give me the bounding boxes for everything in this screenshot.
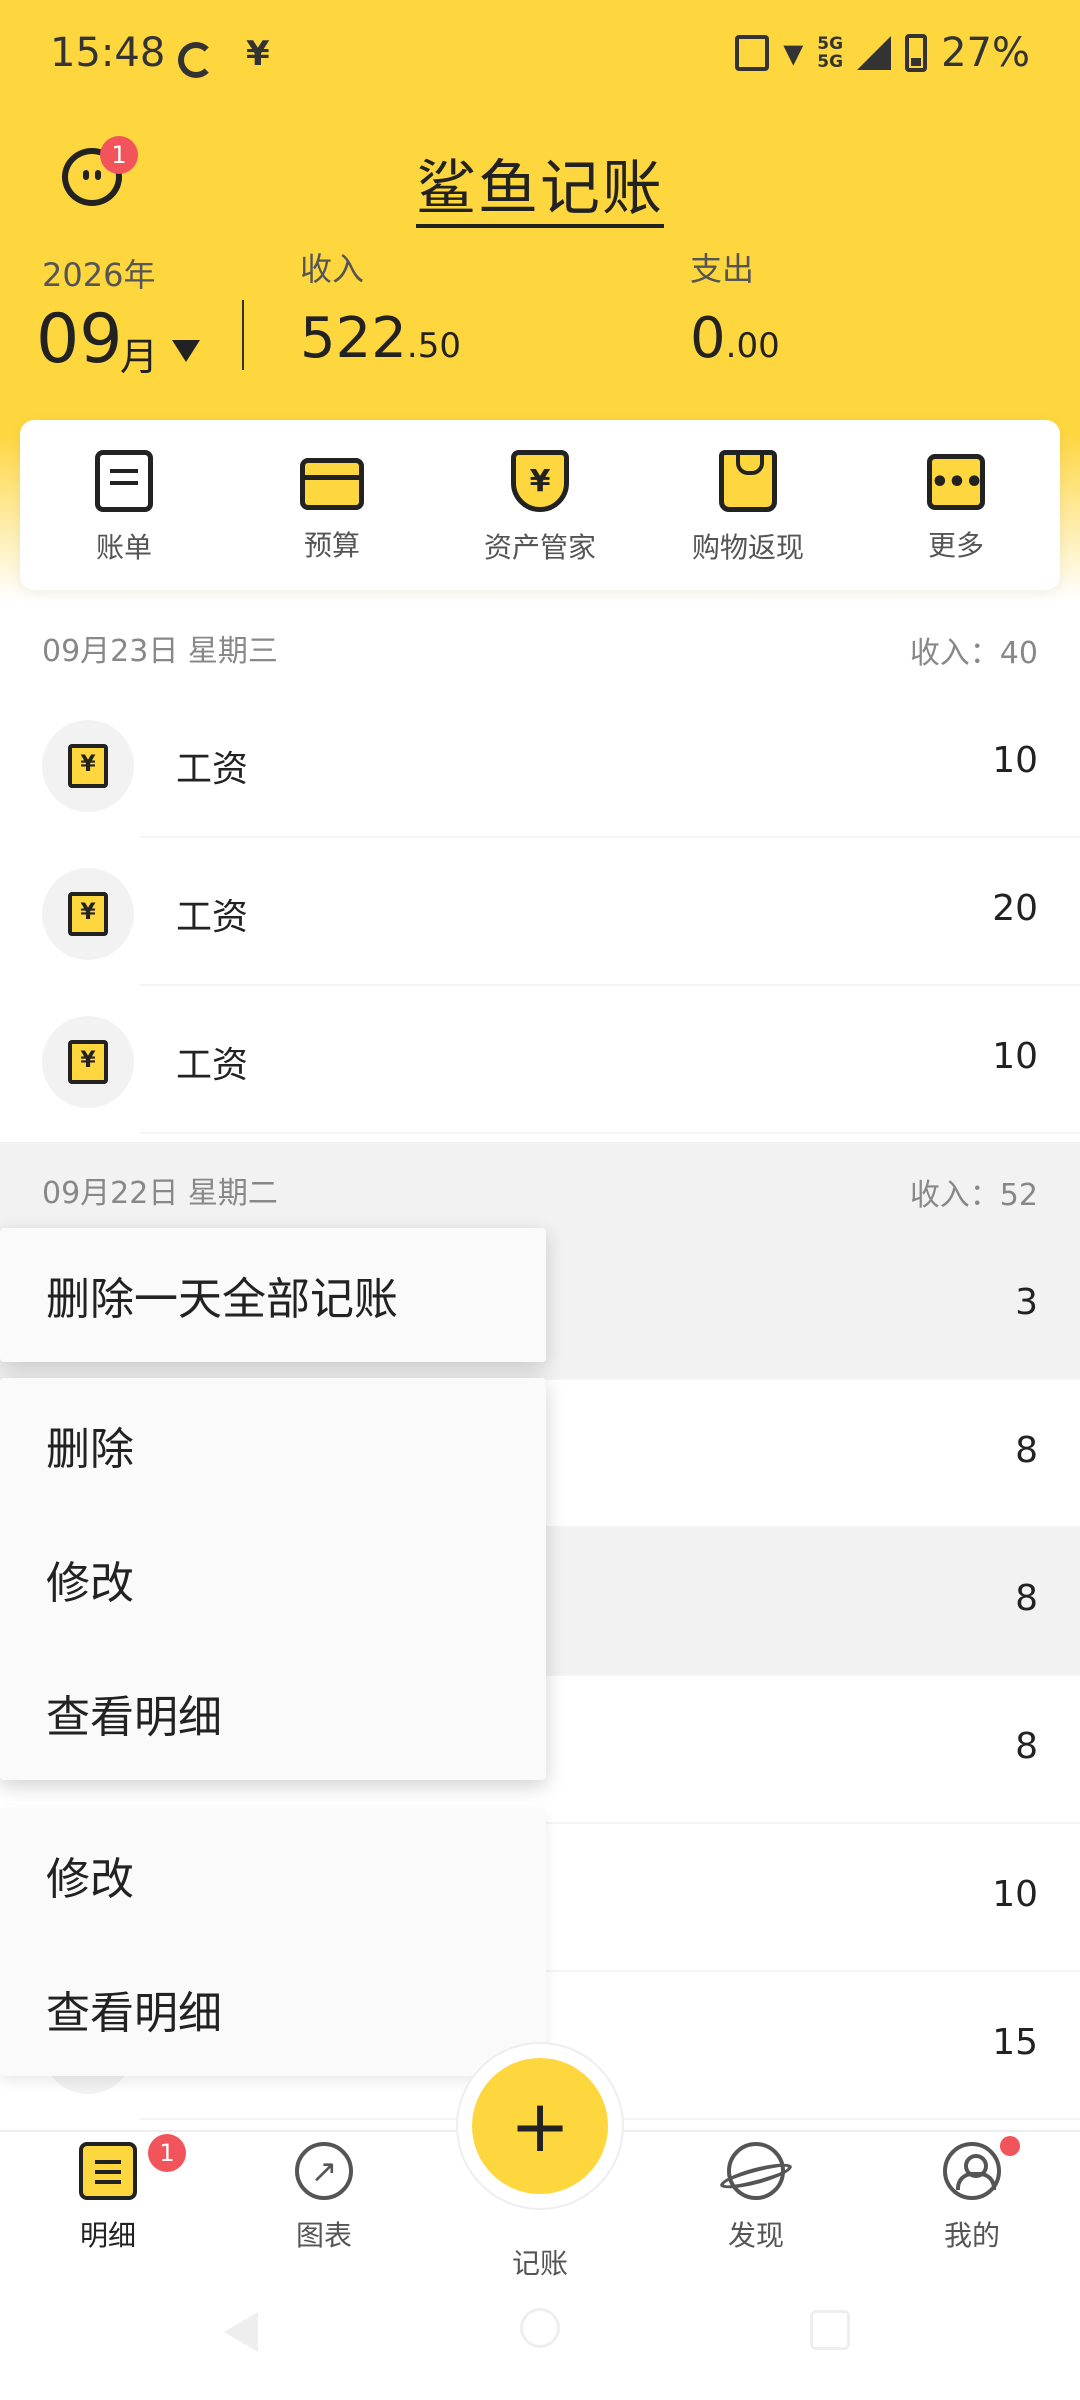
expense-label: 支出 <box>690 250 755 288</box>
income-total: 522.50 <box>300 306 461 371</box>
record-row[interactable]: ¥ 工资 10 <box>0 690 1080 838</box>
day-income: 收入：52 <box>909 1178 1038 1213</box>
salary-icon: ¥ <box>42 868 134 960</box>
quick-item-budget[interactable]: 预算 <box>228 420 436 590</box>
menu-item-edit[interactable]: 修改 <box>0 1808 546 1942</box>
record-category: 工资 <box>176 1045 249 1086</box>
sync-icon <box>178 42 214 78</box>
record-amount: 3 <box>1015 1282 1038 1323</box>
context-menu-day: 删除一天全部记账 <box>0 1228 546 1362</box>
battery-percent: 27% <box>941 30 1030 76</box>
recent-apps-icon[interactable] <box>810 2310 850 2350</box>
day-date: 09月22日 星期二 <box>42 1176 278 1211</box>
header-divider <box>242 300 244 370</box>
quick-item-label: 更多 <box>927 529 984 562</box>
nav-chart[interactable]: 图表 <box>244 2142 404 2254</box>
record-amount: 20 <box>992 888 1038 929</box>
nav-discover[interactable]: 发现 <box>676 2142 836 2254</box>
record-row[interactable]: ¥ 工资 10 <box>0 986 1080 1134</box>
nav-label: 图表 <box>295 2219 352 2252</box>
day-header: 09月23日 星期三 收入：40 <box>0 600 1080 690</box>
quick-item-more[interactable]: ••• 更多 <box>852 420 1060 590</box>
nav-detail[interactable]: 1 明细 <box>28 2134 188 2254</box>
battery-icon <box>905 34 928 72</box>
quick-item-bill[interactable]: 账单 <box>20 420 228 590</box>
menu-item-view-detail[interactable]: 查看明细 <box>0 1942 546 2076</box>
menu-item-view-detail[interactable]: 查看明细 <box>0 1646 546 1780</box>
menu-item-delete-day[interactable]: 删除一天全部记账 <box>0 1228 546 1362</box>
salary-icon: ¥ <box>42 1016 134 1108</box>
day-income: 收入：40 <box>909 636 1038 671</box>
menu-item-delete[interactable]: 删除 <box>0 1378 546 1512</box>
notification-dot <box>1000 2136 1020 2156</box>
nav-badge: 1 <box>148 2134 186 2172</box>
yen-notification-icon: ¥ <box>246 34 270 74</box>
record-amount: 10 <box>992 740 1038 781</box>
nav-label: 明细 <box>79 2219 136 2252</box>
wallet-icon <box>300 458 364 510</box>
home-icon[interactable] <box>520 2308 560 2348</box>
app-title: 鲨鱼记账 <box>0 140 1080 228</box>
nav-add-record[interactable]: 记账 <box>460 2228 620 2282</box>
nav-label: 记账 <box>511 2247 568 2280</box>
network-type-icon: 5G 5G <box>817 34 844 72</box>
wifi-icon: ▾ <box>783 30 804 76</box>
record-category: 工资 <box>176 897 249 938</box>
bill-icon <box>95 450 153 512</box>
quick-item-label: 预算 <box>303 529 360 562</box>
quick-item-asset-manager[interactable]: ¥ 资产管家 <box>436 420 644 590</box>
context-menu-underlay: 修改 查看明细 <box>0 1808 546 2076</box>
shopping-bag-icon <box>719 450 777 512</box>
menu-item-edit[interactable]: 修改 <box>0 1512 546 1646</box>
system-nav-bar <box>0 2290 1080 2400</box>
shield-yen-icon: ¥ <box>511 450 569 512</box>
income-label: 收入 <box>300 250 365 288</box>
nav-mine[interactable]: 我的 <box>892 2142 1052 2254</box>
record-category: 工资 <box>176 749 249 790</box>
planet-icon <box>727 2142 785 2200</box>
quick-item-label: 购物返现 <box>691 531 804 564</box>
quick-item-label: 资产管家 <box>483 531 596 564</box>
more-icon: ••• <box>927 454 985 510</box>
month-selector[interactable]: 09 <box>36 300 123 379</box>
record-amount: 10 <box>992 1036 1038 1077</box>
context-menu-record: 删除 修改 查看明细 <box>0 1378 546 1780</box>
detail-icon <box>79 2142 137 2200</box>
quick-item-shopping-cashback[interactable]: 购物返现 <box>644 420 852 590</box>
quick-item-label: 账单 <box>95 531 152 564</box>
status-time: 15:48 <box>50 30 166 76</box>
quick-menu: 账单 预算 ¥ 资产管家 购物返现 ••• 更多 <box>20 420 1060 590</box>
record-amount: 10 <box>992 1874 1038 1915</box>
record-amount: 15 <box>992 2022 1038 2063</box>
record-amount: 8 <box>1015 1726 1038 1767</box>
record-amount: 8 <box>1015 1430 1038 1471</box>
back-icon[interactable] <box>224 2312 258 2352</box>
dropdown-arrow-icon[interactable] <box>172 340 200 362</box>
expense-total: 0.00 <box>690 306 780 371</box>
chart-icon <box>295 2142 353 2200</box>
nav-label: 我的 <box>943 2219 1000 2252</box>
status-bar: 15:48 ¥ ▾ 5G 5G 27% <box>0 30 1080 96</box>
nav-label: 发现 <box>727 2219 784 2252</box>
record-amount: 8 <box>1015 1578 1038 1619</box>
day-header: 09月22日 星期二 收入：52 <box>0 1142 1080 1232</box>
year-label[interactable]: 2026年 <box>42 250 155 296</box>
month-unit[interactable]: 月 <box>120 326 158 381</box>
add-record-button[interactable]: + <box>472 2058 608 2194</box>
signal-icon <box>857 36 892 70</box>
day-date: 09月23日 星期三 <box>42 634 278 669</box>
profile-icon <box>943 2142 1001 2200</box>
nfc-icon <box>735 35 770 71</box>
salary-icon: ¥ <box>42 720 134 812</box>
record-row[interactable]: ¥ 工资 20 <box>0 838 1080 986</box>
